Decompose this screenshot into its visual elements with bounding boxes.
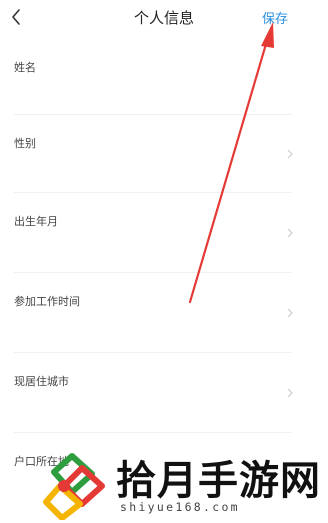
divider (14, 352, 292, 353)
birth-date-field[interactable]: 出生年月 (0, 202, 328, 282)
chevron-right-icon (287, 308, 293, 318)
current-city-field[interactable]: 现居住城市 (0, 362, 328, 442)
field-label: 参加工作时间 (14, 295, 80, 308)
field-label: 性别 (14, 137, 36, 150)
personal-info-screen: 个人信息 保存 姓名 性别 出生年月 参加工作时间 现居住城市 户口所在地 拾月… (0, 0, 328, 523)
field-label: 现居住城市 (14, 375, 69, 388)
divider (14, 192, 292, 193)
chevron-right-icon (287, 228, 293, 238)
top-bar: 个人信息 保存 (0, 0, 328, 34)
divider (14, 272, 292, 273)
divider (14, 432, 292, 433)
chevron-right-icon (287, 388, 293, 398)
divider (14, 114, 292, 115)
watermark-logo (43, 453, 105, 520)
watermark-name: 拾月手游网 (116, 457, 321, 504)
save-button[interactable]: 保存 (262, 8, 288, 27)
work-start-date-field[interactable]: 参加工作时间 (0, 282, 328, 362)
field-label: 出生年月 (14, 215, 58, 228)
watermark-url: shiyue168.com (120, 500, 240, 514)
chevron-right-icon (287, 149, 293, 159)
name-field[interactable]: 姓名 (0, 50, 328, 130)
field-label: 姓名 (14, 61, 36, 74)
